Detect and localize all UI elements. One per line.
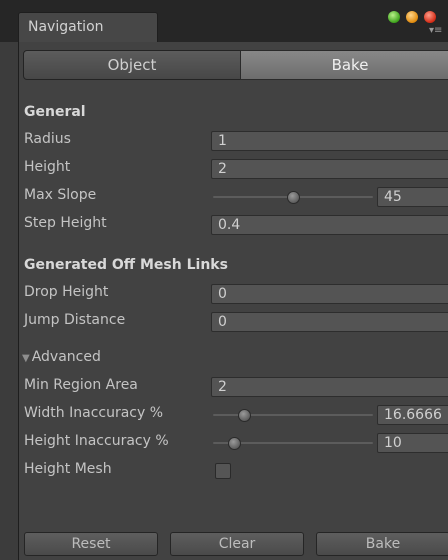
width-inaccuracy-field[interactable]: 16.6666 [377,405,448,425]
radius-field[interactable]: 1 [211,131,448,151]
height-label: Height [24,159,71,175]
width-inaccuracy-label: Width Inaccuracy % [24,405,164,421]
height-field[interactable]: 2 [211,159,448,179]
min-region-field[interactable]: 2 [211,377,448,397]
tab-bake[interactable]: Bake [240,50,448,80]
mode-toggle: Object Bake [23,50,448,80]
tab-bar: Navigation ▾≡ [0,0,448,42]
max-slope-label: Max Slope [24,187,97,203]
orange-dot-icon[interactable] [406,11,418,23]
reset-button[interactable]: Reset [24,532,158,556]
navigation-tab[interactable]: Navigation [18,12,158,42]
min-region-label: Min Region Area [24,377,138,393]
slider-thumb[interactable] [228,437,241,450]
advanced-label: Advanced [31,349,101,365]
max-slope-slider[interactable] [213,191,373,204]
navigation-panel: Object Bake General Radius 1 Height 2 Ma… [18,42,448,560]
radius-label: Radius [24,131,71,147]
drop-height-label: Drop Height [24,284,109,300]
height-inaccuracy-field[interactable]: 10 [377,433,448,453]
step-height-label: Step Height [24,215,107,231]
slider-thumb[interactable] [287,191,300,204]
tab-object[interactable]: Object [23,50,241,80]
general-heading: General [24,104,86,120]
red-dot-icon[interactable] [424,11,436,23]
drop-height-field[interactable]: 0 [211,284,448,304]
green-dot-icon[interactable] [388,11,400,23]
advanced-foldout[interactable]: ▼ Advanced [22,349,101,365]
width-inaccuracy-slider[interactable] [213,409,373,422]
height-mesh-checkbox[interactable] [215,463,231,479]
bake-button[interactable]: Bake [316,532,448,556]
max-slope-field[interactable]: 45 [377,187,448,207]
clear-button[interactable]: Clear [170,532,304,556]
height-inaccuracy-label: Height Inaccuracy % [24,433,169,449]
height-mesh-label: Height Mesh [24,461,112,477]
jump-distance-field[interactable]: 0 [211,312,448,332]
panel-menu-icon[interactable]: ▾≡ [429,26,442,36]
jump-distance-label: Jump Distance [24,312,126,328]
height-inaccuracy-slider[interactable] [213,437,373,450]
step-height-field[interactable]: 0.4 [211,215,448,235]
slider-track [213,414,373,416]
offmesh-heading: Generated Off Mesh Links [24,257,228,273]
slider-thumb[interactable] [238,409,251,422]
expanded-arrow-icon: ▼ [22,353,30,364]
